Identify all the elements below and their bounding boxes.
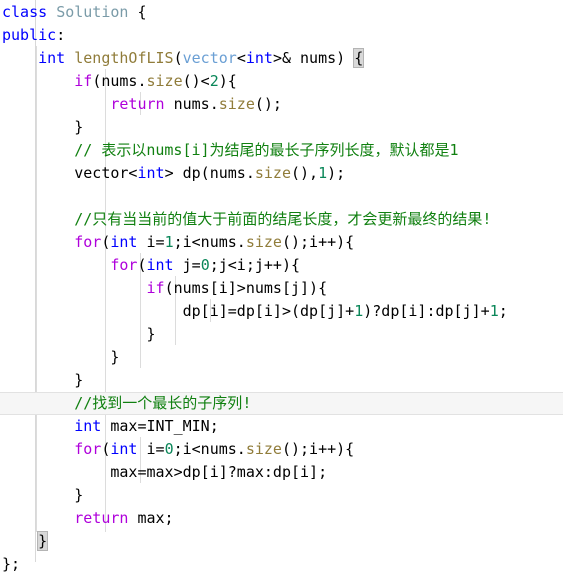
token-number: 1 xyxy=(489,302,499,320)
token-punctuation: : xyxy=(56,26,66,44)
code-line-text: } xyxy=(110,348,120,366)
token-class-name: Solution xyxy=(56,3,129,21)
code-line-text: } xyxy=(74,486,84,504)
code-line[interactable]: for(int i=1;i<nums.size();i++){ xyxy=(0,231,563,254)
token-keyword: class xyxy=(2,3,48,21)
code-line[interactable]: // 表示以nums[i]为结尾的最长子序列长度，默认都是1 xyxy=(0,139,563,162)
code-editor[interactable]: class Solution { public: int lengthOfLIS… xyxy=(0,0,563,573)
code-line-text: max=max>dp[i]?max:dp[i]; xyxy=(110,463,328,481)
code-line-text: vector<int> dp(nums.size(),1); xyxy=(74,164,346,182)
code-line[interactable]: } xyxy=(0,116,563,139)
token-control: return xyxy=(74,509,129,527)
token-number: 2 xyxy=(209,72,219,90)
code-line-text: if(nums[i]>nums[j]){ xyxy=(146,279,328,297)
token-comment: //找到一个最长的子序列! xyxy=(74,394,252,412)
token-function: size xyxy=(254,164,291,182)
code-line[interactable]: } xyxy=(0,323,563,346)
token-comment: //只有当当前的值大于前面的结尾长度，才会更新最终的结果! xyxy=(74,210,492,228)
code-line-blank[interactable] xyxy=(0,185,563,208)
code-line-text: int lengthOfLIS(vector<int>& nums) { xyxy=(38,48,365,68)
code-line[interactable]: dp[i]=dp[i]>(dp[j]+1)?dp[i]:dp[j]+1; xyxy=(0,300,563,323)
token-number: 0 xyxy=(200,256,210,274)
code-line[interactable]: } xyxy=(0,484,563,507)
code-line[interactable]: for(int i=0;i<nums.size();i++){ xyxy=(0,438,563,461)
token-keyword: int xyxy=(245,49,273,67)
code-line-text: int max=INT_MIN; xyxy=(74,417,219,435)
code-line-text: } xyxy=(0,530,49,553)
token-function: size xyxy=(245,233,282,251)
token-keyword: int xyxy=(38,49,66,67)
code-line[interactable]: } xyxy=(0,530,563,553)
code-line-text: for(int i=1;i<nums.size();i++){ xyxy=(74,233,355,251)
token-function: size xyxy=(146,72,183,90)
code-line-text: for(int i=0;i<nums.size();i++){ xyxy=(74,440,355,458)
token-number: 1 xyxy=(318,164,328,182)
token-control: if xyxy=(74,72,93,90)
code-line[interactable]: class Solution { xyxy=(0,1,563,24)
code-line-text: if(nums.size()<2){ xyxy=(74,72,237,90)
token-number: 0 xyxy=(164,440,174,458)
code-line-current[interactable]: //找到一个最长的子序列! xyxy=(0,392,563,415)
code-line[interactable]: //只有当当前的值大于前面的结尾长度，才会更新最终的结果! xyxy=(0,208,563,231)
token-control: if xyxy=(146,279,165,297)
token-punctuation: { xyxy=(137,3,147,21)
code-line-text: class Solution { xyxy=(0,1,147,24)
code-line[interactable]: } xyxy=(0,346,563,369)
matched-brace-close: } xyxy=(37,531,49,551)
code-line-text: //找到一个最长的子序列! xyxy=(0,392,251,415)
token-keyword: public xyxy=(2,26,57,44)
token-control: for xyxy=(110,256,138,274)
code-line-text: } xyxy=(74,118,84,136)
code-line-text: return max; xyxy=(74,509,174,527)
code-line-text: } xyxy=(74,371,84,389)
code-line-text: }; xyxy=(2,555,21,573)
code-line[interactable]: int max=INT_MIN; xyxy=(0,415,563,438)
token-keyword: int xyxy=(137,164,165,182)
code-line-text: //只有当当前的值大于前面的结尾长度，才会更新最终的结果! xyxy=(0,208,491,231)
code-line[interactable]: vector<int> dp(nums.size(),1); xyxy=(0,162,563,185)
code-line-text: // 表示以nums[i]为结尾的最长子序列长度，默认都是1 xyxy=(0,139,459,162)
token-keyword: int xyxy=(74,417,102,435)
token-keyword: int xyxy=(110,233,138,251)
code-lines: class Solution { public: int lengthOfLIS… xyxy=(0,0,563,576)
token-control: for xyxy=(74,233,102,251)
token-control: for xyxy=(74,440,102,458)
code-line[interactable]: public: xyxy=(0,24,563,47)
token-type: vector xyxy=(182,49,237,67)
code-line[interactable]: return nums.size(); xyxy=(0,93,563,116)
code-line-text: return nums.size(); xyxy=(110,95,282,113)
code-line[interactable]: if(nums[i]>nums[j]){ xyxy=(0,277,563,300)
matched-brace-open: { xyxy=(353,48,365,68)
code-line[interactable]: for(int j=0;j<i;j++){ xyxy=(0,254,563,277)
token-comment: // 表示以nums[i]为结尾的最长子序列长度，默认都是1 xyxy=(74,141,459,159)
token-function: lengthOfLIS xyxy=(74,49,174,67)
code-line[interactable]: max=max>dp[i]?max:dp[i]; xyxy=(0,461,563,484)
code-line-text: } xyxy=(146,325,156,343)
code-line-text: for(int j=0;j<i;j++){ xyxy=(110,256,301,274)
token-keyword: int xyxy=(110,440,138,458)
code-line-text: public: xyxy=(0,24,65,47)
code-line[interactable]: if(nums.size()<2){ xyxy=(0,70,563,93)
token-control: return xyxy=(110,95,165,113)
token-function: size xyxy=(218,95,255,113)
token-function: size xyxy=(245,440,282,458)
code-line[interactable]: } xyxy=(0,369,563,392)
token-number: 1 xyxy=(354,302,364,320)
code-line[interactable]: return max; xyxy=(0,507,563,530)
code-line[interactable]: }; xyxy=(0,553,563,576)
code-line-text: dp[i]=dp[i]>(dp[j]+1)?dp[i]:dp[j]+1; xyxy=(182,302,508,320)
code-line[interactable]: int lengthOfLIS(vector<int>& nums) { xyxy=(0,47,563,70)
token-keyword: int xyxy=(146,256,174,274)
token-number: 1 xyxy=(164,233,174,251)
